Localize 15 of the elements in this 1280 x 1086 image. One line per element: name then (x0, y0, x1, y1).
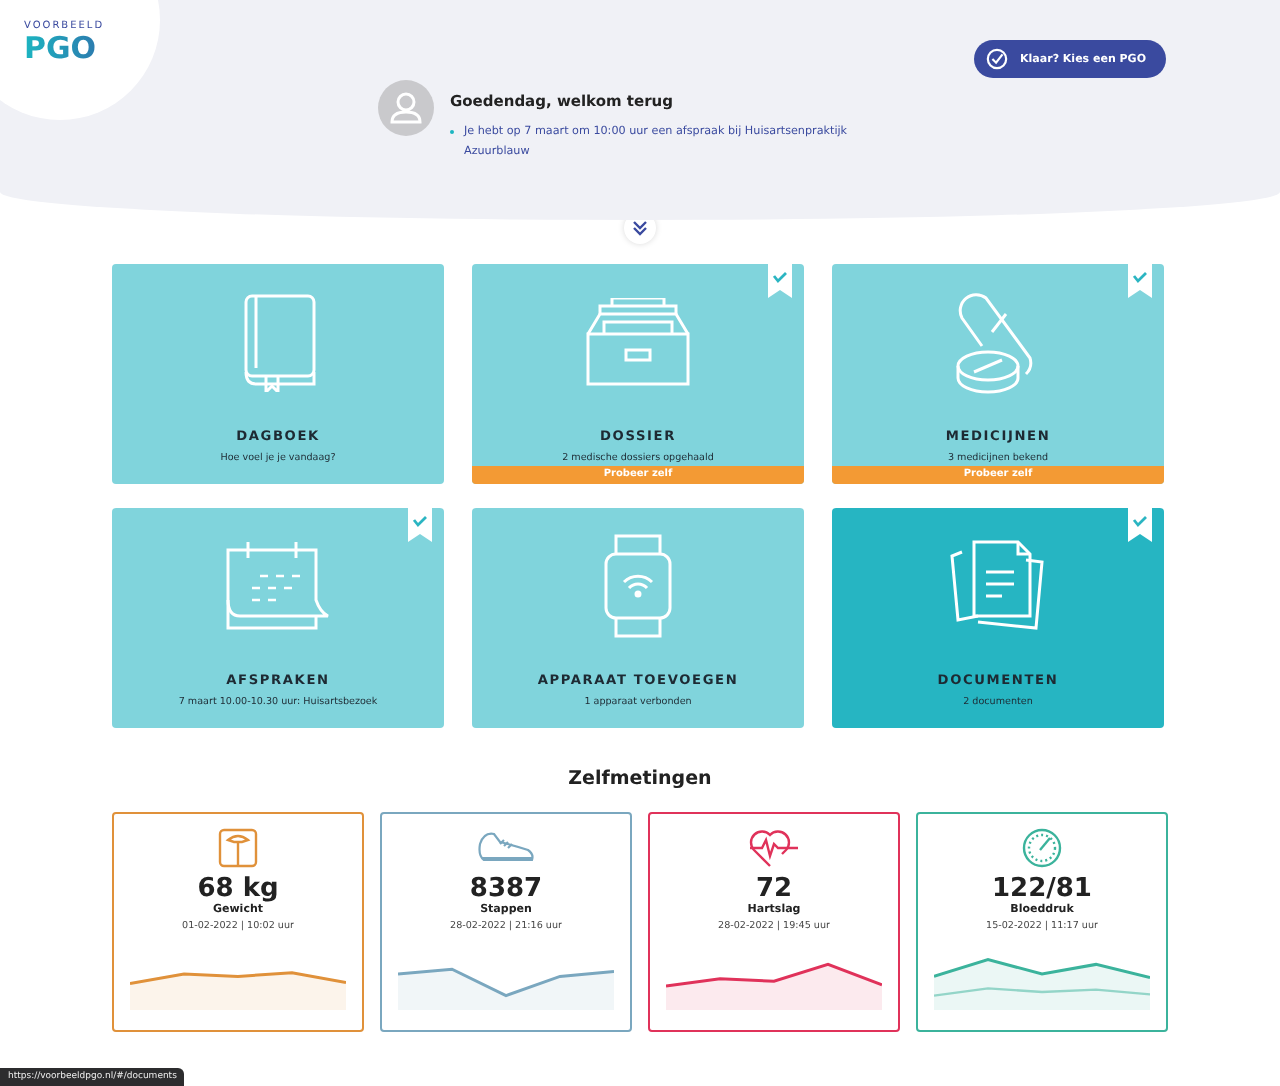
measurement-value: 8387 (469, 874, 543, 904)
documents-icon (950, 540, 1046, 632)
smartwatch-icon (602, 534, 674, 638)
measurement-value: 72 (755, 874, 793, 904)
calendar-icon (224, 540, 332, 632)
measurement-value: 122/81 (992, 874, 1092, 904)
double-chevron-icon (632, 220, 648, 236)
gauge-icon (1022, 828, 1062, 868)
section-heading: Zelfmetingen (566, 768, 714, 790)
check-circle-icon (986, 48, 1009, 70)
scale-icon (218, 828, 258, 868)
measurement-value: 68 kg (197, 874, 279, 904)
heartbeat-icon (748, 828, 800, 868)
avatar (378, 80, 434, 136)
archive-drawer-icon (584, 298, 692, 386)
